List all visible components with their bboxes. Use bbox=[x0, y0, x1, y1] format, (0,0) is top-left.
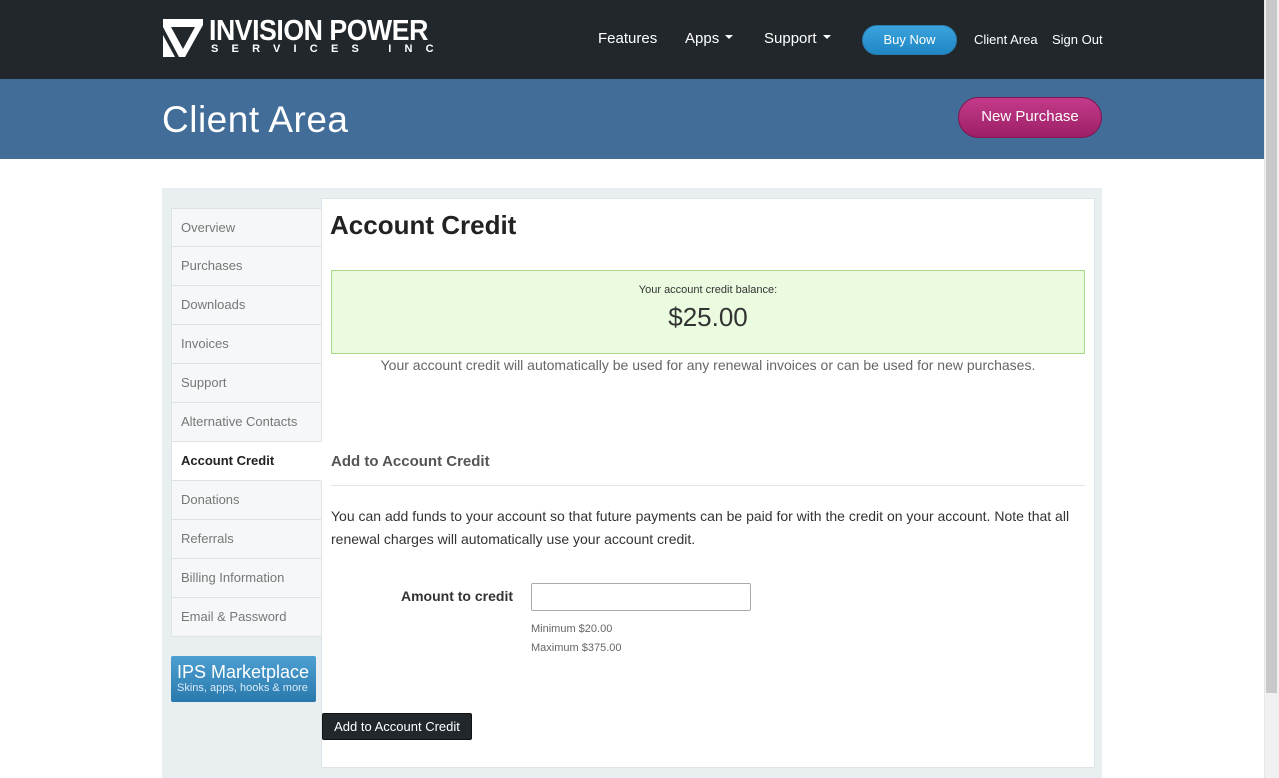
nav-client-area[interactable]: Client Area bbox=[974, 32, 1038, 47]
sidebar-item-overview[interactable]: Overview bbox=[171, 208, 322, 247]
nav-apps-label: Apps bbox=[685, 30, 720, 47]
maximum-hint: Maximum $375.00 bbox=[531, 642, 622, 654]
marketplace-banner[interactable]: IPS Marketplace Skins, apps, hooks & mor… bbox=[171, 656, 316, 702]
sidebar-item-billing-information[interactable]: Billing Information bbox=[171, 559, 322, 598]
sidebar-item-purchases[interactable]: Purchases bbox=[171, 247, 322, 286]
sidebar-item-account-credit[interactable]: Account Credit bbox=[171, 442, 322, 481]
new-purchase-button[interactable]: New Purchase bbox=[958, 97, 1102, 138]
sidebar-item-referrals[interactable]: Referrals bbox=[171, 520, 322, 559]
nav-support-label: Support bbox=[764, 30, 817, 47]
nav-apps[interactable]: Apps bbox=[685, 30, 734, 47]
brand-logo[interactable]: INVISION POWER SERVICES INC bbox=[163, 15, 434, 59]
ips-logo-icon bbox=[163, 19, 203, 57]
page-header-title: Client Area bbox=[162, 99, 349, 140]
amount-input[interactable] bbox=[531, 583, 751, 611]
marketplace-subtitle: Skins, apps, hooks & more bbox=[177, 682, 308, 694]
nav-support[interactable]: Support bbox=[764, 30, 831, 47]
nav-features[interactable]: Features bbox=[598, 30, 657, 47]
sidebar-item-email-password[interactable]: Email & Password bbox=[171, 598, 322, 637]
balance-label: Your account credit balance: bbox=[638, 284, 778, 296]
balance-amount: $25.00 bbox=[668, 302, 748, 332]
credit-balance-box: Your account credit balance: $25.00 bbox=[331, 270, 1085, 354]
chevron-down-icon bbox=[725, 35, 734, 40]
chevron-down-icon bbox=[822, 35, 831, 40]
sidebar-item-downloads[interactable]: Downloads bbox=[171, 286, 322, 325]
sidebar-nav: Overview Purchases Downloads Invoices Su… bbox=[171, 208, 322, 637]
buy-now-button[interactable]: Buy Now bbox=[862, 25, 957, 55]
sidebar-item-alternative-contacts[interactable]: Alternative Contacts bbox=[171, 403, 322, 442]
divider bbox=[331, 485, 1085, 486]
page-title: Account Credit bbox=[330, 210, 517, 240]
add-credit-description: You can add funds to your account so tha… bbox=[331, 508, 1070, 547]
sidebar-item-donations[interactable]: Donations bbox=[171, 481, 322, 520]
sidebar-item-support[interactable]: Support bbox=[171, 364, 322, 403]
amount-label: Amount to credit bbox=[401, 588, 513, 604]
balance-note: Your account credit will automatically b… bbox=[380, 357, 1036, 373]
brand-subname: SERVICES INC bbox=[211, 43, 447, 55]
section-title: Add to Account Credit bbox=[331, 453, 490, 470]
marketplace-title: IPS Marketplace bbox=[177, 662, 310, 682]
minimum-hint: Minimum $20.00 bbox=[531, 623, 613, 635]
scrollbar-thumb[interactable] bbox=[1266, 0, 1277, 693]
sidebar-item-invoices[interactable]: Invoices bbox=[171, 325, 322, 364]
nav-sign-out[interactable]: Sign Out bbox=[1052, 32, 1103, 47]
add-to-account-credit-button[interactable]: Add to Account Credit bbox=[322, 713, 472, 740]
